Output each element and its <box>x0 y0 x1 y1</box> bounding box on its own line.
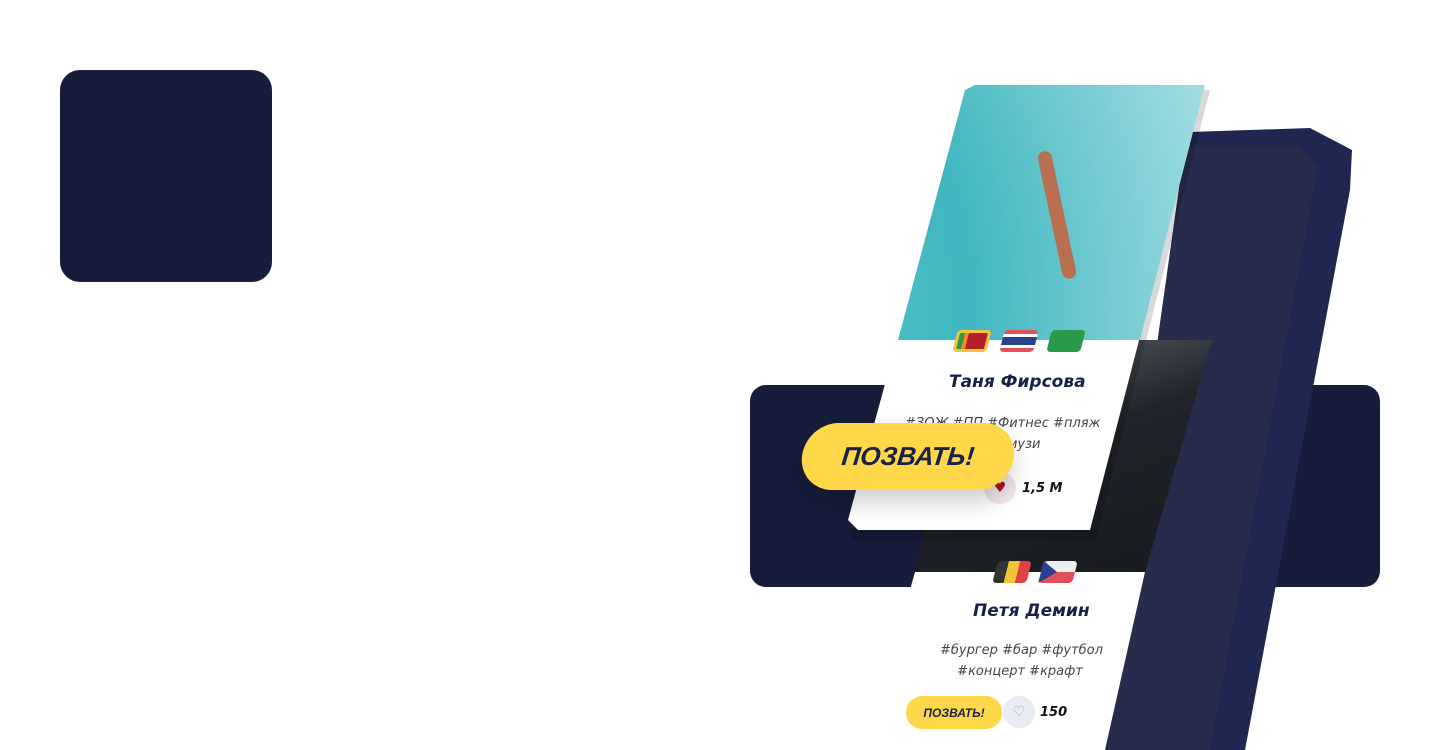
profile-name: Таня Фирсова <box>949 372 1086 392</box>
profile-tags: #бургер #бар #футбол #концерт #крафт <box>940 640 1103 682</box>
likes-count: 150 <box>1040 705 1068 720</box>
decor-square <box>60 70 272 282</box>
invite-button-large[interactable]: ПОЗВАТЬ! <box>798 423 1018 490</box>
heart-outline-icon: ♡ <box>1012 704 1026 720</box>
tags-line: #концерт #крафт <box>957 664 1083 679</box>
flag-seychelles-icon <box>1046 330 1086 352</box>
flag-sri-lanka-icon <box>952 330 992 352</box>
invite-button[interactable]: ПОЗВАТЬ! <box>906 696 1002 729</box>
flag-belgium-icon <box>992 561 1032 583</box>
flag-thailand-icon <box>999 330 1039 352</box>
tags-line: #бургер #бар #футбол <box>940 643 1103 658</box>
likes-count: 1,5 M <box>1022 481 1063 496</box>
profile-name: Петя Демин <box>973 601 1090 621</box>
flag-czech-icon <box>1038 561 1078 583</box>
like-button[interactable]: ♡ <box>1003 696 1035 728</box>
